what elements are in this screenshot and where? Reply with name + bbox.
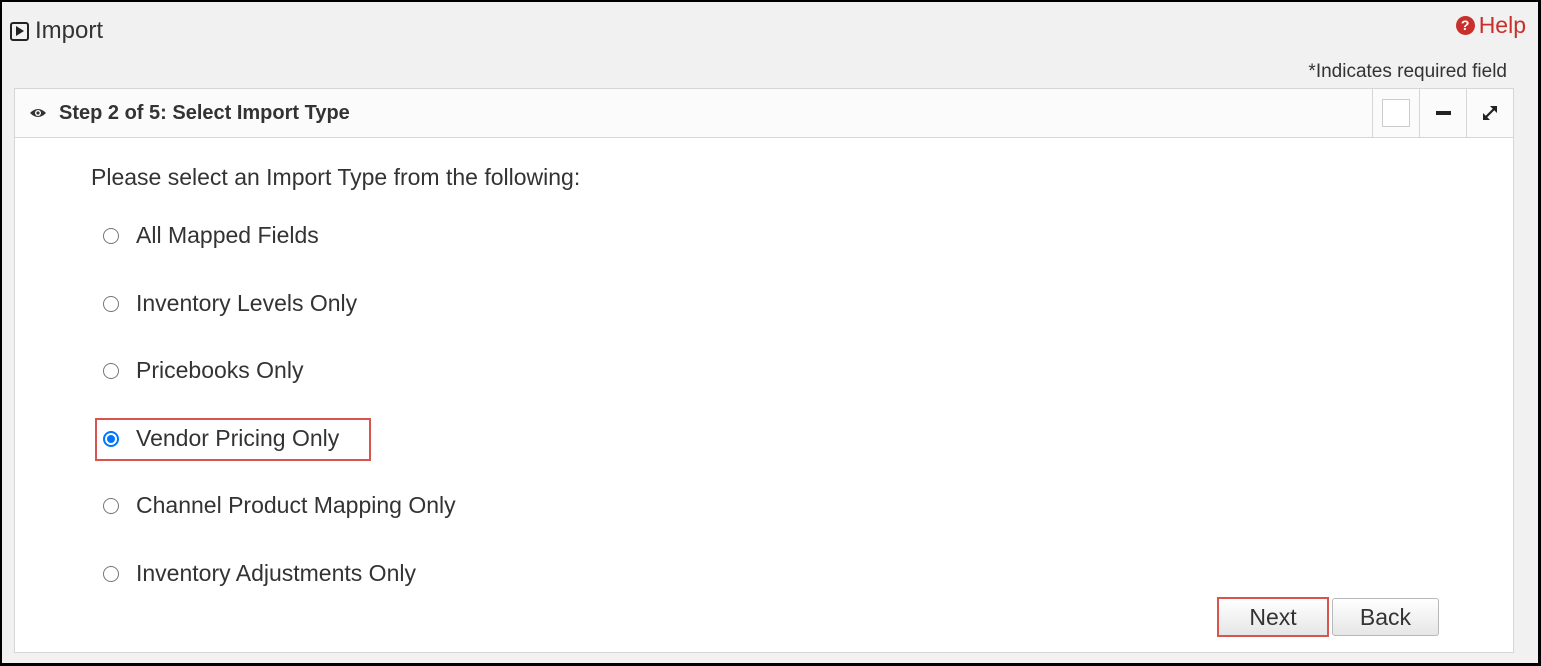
help-circle-icon: ? xyxy=(1455,16,1475,35)
back-button[interactable]: Back xyxy=(1332,598,1439,636)
panel-tools xyxy=(1372,89,1513,137)
option-inventory-adjustments-only[interactable]: Inventory Adjustments Only xyxy=(103,560,416,587)
option-vendor-pricing-only[interactable]: Vendor Pricing Only xyxy=(103,425,339,452)
option-inventory-levels-only[interactable]: Inventory Levels Only xyxy=(103,290,357,317)
minimize-button[interactable] xyxy=(1419,89,1466,137)
radio-button[interactable] xyxy=(103,295,119,312)
panel-select-box[interactable] xyxy=(1372,89,1419,137)
next-button[interactable]: Next xyxy=(1217,597,1329,637)
panel-header: Step 2 of 5: Select Import Type xyxy=(15,89,1513,138)
option-channel-product-mapping-only[interactable]: Channel Product Mapping Only xyxy=(103,492,456,519)
option-label: Vendor Pricing Only xyxy=(136,425,340,451)
option-label: Channel Product Mapping Only xyxy=(136,492,456,518)
blank-checkbox[interactable] xyxy=(1382,99,1410,127)
option-label: Inventory Levels Only xyxy=(136,290,358,316)
radio-button[interactable] xyxy=(103,565,119,582)
radio-button-selected[interactable] xyxy=(103,430,119,447)
import-window: Import ? Help *Indicates required field … xyxy=(0,0,1541,666)
option-pricebooks-only[interactable]: Pricebooks Only xyxy=(103,357,303,384)
option-label: All Mapped Fields xyxy=(136,222,319,248)
radio-button[interactable] xyxy=(103,227,119,244)
expand-button[interactable] xyxy=(1466,89,1513,137)
required-field-note: *Indicates required field xyxy=(1308,61,1507,82)
help-label: Help xyxy=(1478,12,1526,38)
play-square-icon xyxy=(10,21,29,41)
option-label: Pricebooks Only xyxy=(136,357,304,383)
radio-button[interactable] xyxy=(103,362,119,379)
eye-icon xyxy=(29,104,47,122)
page-title: Import xyxy=(35,17,104,44)
panel-title: Step 2 of 5: Select Import Type xyxy=(59,101,350,124)
minimize-icon xyxy=(1435,111,1451,115)
prompt-text: Please select an Import Type from the fo… xyxy=(91,164,581,190)
radio-button[interactable] xyxy=(103,497,119,514)
step-panel: Step 2 of 5: Select Import Type Please s… xyxy=(14,88,1514,653)
help-link[interactable]: ? Help xyxy=(1455,12,1526,39)
expand-icon xyxy=(1483,106,1497,120)
option-all-mapped-fields[interactable]: All Mapped Fields xyxy=(103,222,319,249)
option-label: Inventory Adjustments Only xyxy=(136,560,416,586)
page-header: Import xyxy=(10,14,103,48)
